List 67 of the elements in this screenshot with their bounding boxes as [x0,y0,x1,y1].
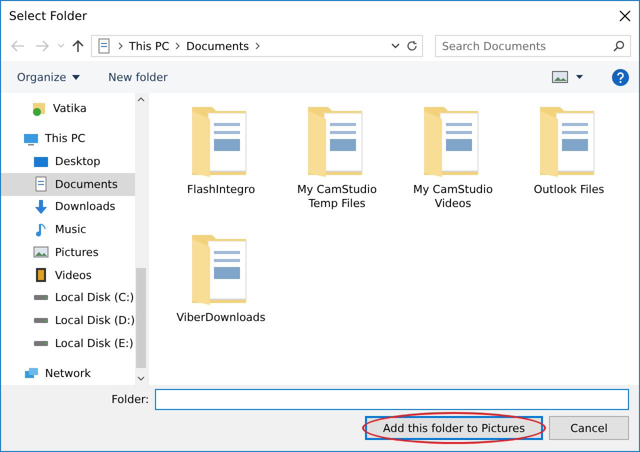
help-icon[interactable] [612,68,629,86]
folder-input[interactable] [155,389,629,410]
document-icon [96,38,112,54]
sidebar-item[interactable]: Vatika [1,97,135,120]
picture-icon [33,244,49,260]
chevron-right-icon [118,42,123,50]
close-icon[interactable] [619,10,631,22]
chevron-right-icon [175,42,180,50]
sidebar-label: Downloads [55,200,116,214]
window-title: Select Folder [9,9,87,23]
sidebar-item[interactable]: Local Disk (D:) [1,309,135,332]
folder-name: Outlook Files [532,183,606,197]
sidebar-item[interactable]: Downloads [1,196,135,218]
sidebar-label: Network [45,367,91,380]
refresh-icon[interactable] [406,40,418,52]
folder-item[interactable]: My CamStudio Temp Files [279,103,395,231]
scrollbar[interactable] [134,93,148,385]
sidebar-label: Vatika [53,102,87,115]
cancel-button[interactable]: Cancel [549,416,629,440]
folder-name: ViberDownloads [175,311,267,325]
sidebar-item[interactable]: Local Disk (E:) [1,332,135,354]
sidebar-item[interactable]: Desktop [1,150,135,173]
caret-icon [72,74,80,80]
address-bar[interactable]: This PC Documents [91,35,423,57]
toolbar-button[interactable]: New folder [108,70,168,84]
folder-item[interactable]: Outlook Files [511,103,627,231]
sidebar-label: Pictures [55,246,99,259]
folder-item[interactable]: My CamStudio Videos [395,103,511,231]
chevron-down-icon[interactable] [391,43,400,49]
toolbar-button[interactable]: Organize [17,70,80,84]
sidebar-label: Music [55,223,86,236]
document-icon [33,176,49,192]
sidebar-label: Local Disk (D:) [55,314,135,327]
folder-item[interactable]: ViberDownloads [163,231,279,359]
sidebar-label: Documents [55,178,118,191]
sidebar-item[interactable]: Videos [1,264,135,286]
drive-icon [33,316,49,324]
sidebar-label: Local Disk (E:) [55,336,134,350]
folder-name: My CamStudio Videos [412,183,494,211]
up-arrow-icon[interactable] [71,39,85,53]
download-arrow-icon [33,198,49,215]
film-icon [33,267,49,284]
sidebar-label: Local Disk (C:) [55,291,134,304]
search-icon [613,40,625,52]
sidebar-item[interactable]: Local Disk (C:) [1,286,135,310]
chevron-right-icon [255,42,260,50]
drive-icon [33,340,49,347]
folder-name: FlashIntegro [186,183,256,197]
folder-name: My CamStudio Temp Files [296,183,378,211]
view-options-icon[interactable] [552,71,584,83]
sidebar-item[interactable]: Network [1,362,135,386]
scroll-down-icon[interactable] [137,376,146,381]
user-folder-icon [31,100,47,116]
scroll-up-icon[interactable] [137,97,146,102]
sidebar-label: Desktop [55,155,100,168]
breadcrumb[interactable]: This PC [129,40,170,52]
folder-item[interactable]: FlashIntegro [163,103,279,231]
sidebar-label: Videos [55,268,92,282]
breadcrumb[interactable]: Documents [186,40,250,52]
sidebar-label: This PC [45,132,86,146]
sidebar-item[interactable]: Documents [1,172,135,196]
sidebar-item[interactable]: This PC [1,128,135,150]
drive-icon [33,294,49,302]
search-field[interactable]: Search Documents [435,35,631,57]
sidebar-item[interactable]: Music [1,218,135,242]
sidebar-item[interactable]: Pictures [1,241,135,264]
folder-label: Folder: [111,393,149,406]
